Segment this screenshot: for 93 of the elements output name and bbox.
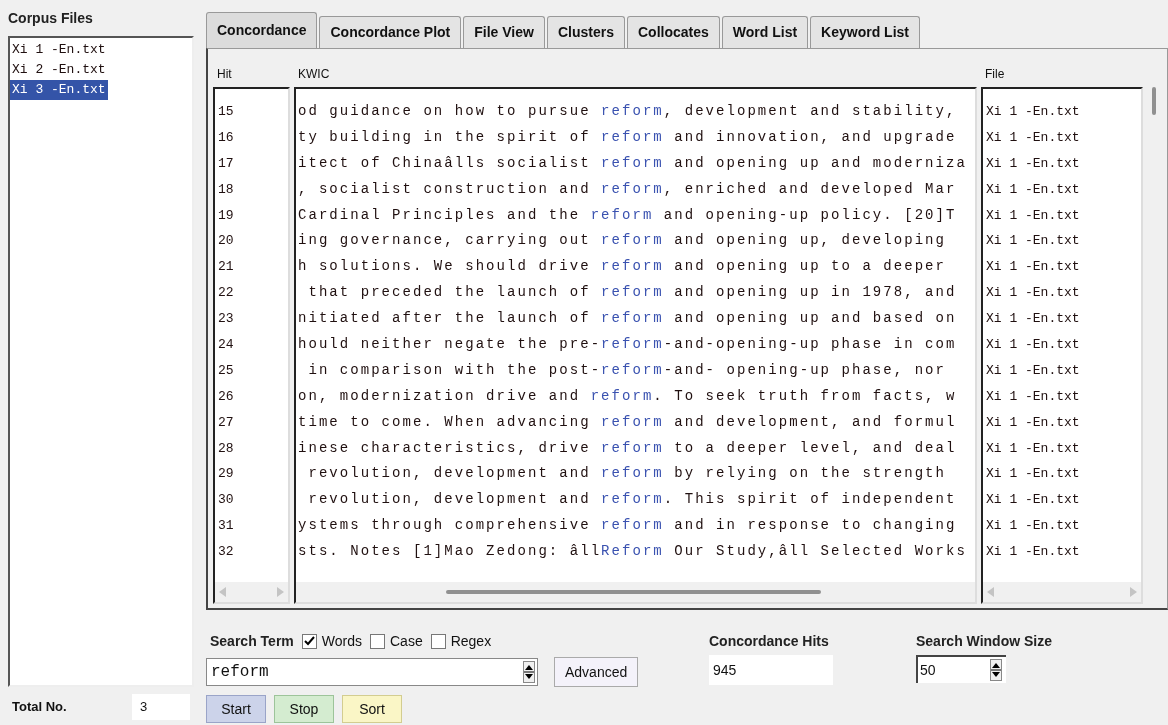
action-button[interactable]: Start xyxy=(206,695,266,723)
total-field: 3 xyxy=(132,694,190,721)
window-size-label: Search Window Size xyxy=(916,632,1052,651)
concordance-line: Cardinal Principles and the reform and opening-up policy. [20]T xyxy=(297,205,957,225)
search-term-label: Search Term xyxy=(210,631,294,651)
file-name: Xi 1 -En.txt xyxy=(985,128,1081,147)
hit-number: 18 xyxy=(217,180,235,199)
left-arrow-icon[interactable] xyxy=(987,587,995,597)
concordance-line: revolution, development and reform. This spirit of independent xyxy=(307,490,957,510)
tab[interactable]: File View xyxy=(463,16,545,48)
concordance-line: in comparison with the post-reform-and- opening-up phase, nor xyxy=(307,360,946,380)
checkbox-label[interactable]: Regex xyxy=(450,630,492,652)
hit-number: 28 xyxy=(217,439,235,458)
concordance-line: itect of Chinaâlls socialist reform and opening up and moderniza xyxy=(297,153,967,173)
file-list-item[interactable]: Xi 3 -En.txt xyxy=(10,80,108,100)
checkbox[interactable] xyxy=(370,633,385,649)
concordance-line: ystems through comprehensive reform and in response to changing xyxy=(297,516,957,536)
tab[interactable]: Collocates xyxy=(626,16,720,48)
concordance-line: inese characteristics, drive reform to a deeper level, and deal xyxy=(297,438,957,458)
file-list-item[interactable]: Xi 1 -En.txt xyxy=(10,40,108,60)
hit-number: 17 xyxy=(217,154,235,173)
file-name: Xi 1 -En.txt xyxy=(985,336,1081,354)
file-name: Xi 1 -En.txt xyxy=(985,258,1081,277)
tab[interactable]: Concordance xyxy=(206,12,318,48)
right-arrow-icon[interactable] xyxy=(1129,587,1137,597)
action-button[interactable]: Stop xyxy=(274,695,334,723)
hit-number: 23 xyxy=(217,310,235,329)
spinner-icon[interactable] xyxy=(523,661,535,683)
hit-number: 15 xyxy=(217,103,235,121)
hit-number: 22 xyxy=(217,284,235,303)
hit-number: 24 xyxy=(217,336,235,354)
hit-number: 29 xyxy=(217,465,235,484)
file-name: Xi 1 -En.txt xyxy=(985,465,1081,484)
panel-title: Corpus Files xyxy=(8,9,94,28)
concordance-line: nitiated after the launch of reform and opening up and based on xyxy=(297,309,957,329)
concordance-line: on, modernization drive and reform. To seek truth from facts, w xyxy=(297,386,957,406)
spinner-icon[interactable] xyxy=(990,659,1002,681)
file-name: Xi 1 -En.txt xyxy=(985,543,1081,562)
concordance-line: sts. Notes [1]Mao Zedong: âll Reform Our Study,âll Selected Works xyxy=(297,542,967,562)
file-name: Xi 1 -En.txt xyxy=(985,284,1081,303)
hit-number: 27 xyxy=(217,413,235,432)
scroll-thumb[interactable] xyxy=(1152,87,1156,115)
window-size-field[interactable]: 50 xyxy=(916,655,1006,683)
file-list-item[interactable]: Xi 2 -En.txt xyxy=(10,60,108,80)
file-name: Xi 1 -En.txt xyxy=(985,103,1081,121)
concordance-line: od guidance on how to pursue reform, development and stability, xyxy=(297,102,957,121)
file-name: Xi 1 -En.txt xyxy=(985,387,1081,406)
concordance-line: hould neither negate the pre-reform-and-opening-up phase in com xyxy=(297,335,957,354)
checkbox-label[interactable]: Words xyxy=(321,630,362,652)
file-name: Xi 1 -En.txt xyxy=(985,413,1081,432)
file-name: Xi 1 -En.txt xyxy=(985,361,1081,380)
right-arrow-icon[interactable] xyxy=(276,587,284,597)
check-icon xyxy=(303,636,315,646)
file-list[interactable]: Xi 1 -En.txt Xi 2 -En.txt Xi 3 -En.txt xyxy=(8,36,194,688)
advanced-button[interactable]: Advanced xyxy=(554,657,639,687)
hit-number: 21 xyxy=(217,258,235,277)
hit-number: 19 xyxy=(217,206,235,225)
hit-number: 31 xyxy=(217,517,235,536)
file-name: Xi 1 -En.txt xyxy=(985,491,1081,510)
hit-number: 20 xyxy=(217,232,235,251)
tab[interactable]: Keyword List xyxy=(810,16,920,48)
concordance-line: that preceded the launch of reform and opening up in 1978, and xyxy=(307,283,957,303)
file-name: Xi 1 -En.txt xyxy=(985,206,1081,225)
scroll-thumb[interactable] xyxy=(446,590,821,594)
hit-number: 26 xyxy=(217,387,235,406)
checkbox[interactable] xyxy=(430,633,446,649)
tab[interactable]: Word List xyxy=(721,16,809,48)
hit-number: 30 xyxy=(217,491,235,510)
concordance-line: revolution, development and reform by relying on the strength xyxy=(307,464,946,484)
hit-number: 25 xyxy=(217,361,235,380)
left-arrow-icon[interactable] xyxy=(219,587,227,597)
file-name: Xi 1 -En.txt xyxy=(985,232,1081,251)
action-button[interactable]: Sort xyxy=(342,695,402,723)
total-label: Total No. xyxy=(11,698,68,717)
concordance-line: ing governance, carrying out reform and opening up, developing xyxy=(297,231,946,251)
tab[interactable]: Concordance Plot xyxy=(319,16,462,48)
file-name: Xi 1 -En.txt xyxy=(985,517,1081,536)
hits-label: Concordance Hits xyxy=(709,632,830,651)
concordance-line: h solutions. We should drive reform and opening up to a deeper xyxy=(297,257,946,277)
concordance-line: ty building in the spirit of reform and innovation, and upgrade xyxy=(297,127,957,147)
concordance-line: , socialist construction and reform, enriched and developed Mar xyxy=(297,179,957,199)
hits-field: 945 xyxy=(709,655,833,685)
checkbox-label[interactable]: Case xyxy=(390,630,423,652)
hit-number: 32 xyxy=(217,543,235,562)
hit-number: 16 xyxy=(217,128,235,147)
file-name: Xi 1 -En.txt xyxy=(985,154,1081,173)
file-name: Xi 1 -En.txt xyxy=(985,180,1081,199)
file-name: Xi 1 -En.txt xyxy=(985,439,1081,458)
concordance-line: time to come. When advancing reform and development, and formul xyxy=(297,412,957,432)
file-name: Xi 1 -En.txt xyxy=(985,310,1081,329)
checkbox[interactable] xyxy=(301,633,317,649)
search-field[interactable]: reform xyxy=(206,658,538,686)
tab[interactable]: Clusters xyxy=(546,16,625,48)
